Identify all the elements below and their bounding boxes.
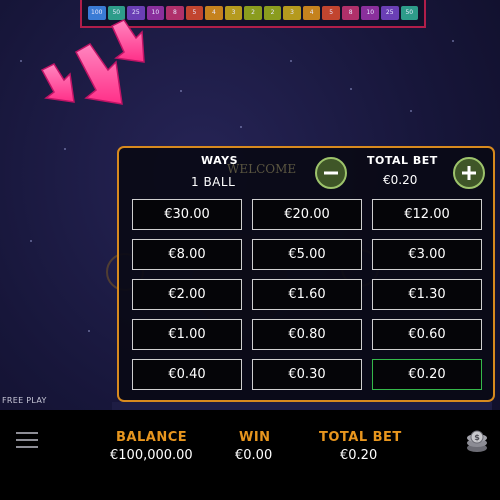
bet-option-button[interactable]: €2.00 <box>132 279 242 310</box>
bet-option-button[interactable]: €0.20 <box>372 359 482 390</box>
bet-option-button[interactable]: €0.40 <box>132 359 242 390</box>
bet-option-button[interactable]: €0.60 <box>372 319 482 350</box>
multiplier-cell: 5 <box>322 6 340 20</box>
bet-option-button[interactable]: €0.80 <box>252 319 362 350</box>
bet-option-button[interactable]: €8.00 <box>132 239 242 270</box>
bet-option-button[interactable]: €20.00 <box>252 199 362 230</box>
bet-option-button[interactable]: €30.00 <box>132 199 242 230</box>
bet-option-button[interactable]: €5.00 <box>252 239 362 270</box>
bottom-total-bet-value: €0.20 <box>340 448 378 463</box>
bet-option-button[interactable]: €3.00 <box>372 239 482 270</box>
bet-selection-panel: WELCOME WAYS 1 BALL TOTAL BET €0.20 €30.… <box>117 146 495 402</box>
minus-icon <box>324 171 338 175</box>
bet-options-grid: €30.00 €20.00 €12.00 €8.00 €5.00 €3.00 €2.00 €1… <box>132 199 482 390</box>
multiplier-cell: 8 <box>341 6 360 20</box>
pink-arrows-icon <box>40 19 145 105</box>
bottom-bar: BALANCE €100,000.00 WIN €0.00 TOTAL BET … <box>0 410 500 500</box>
free-play-label: FREE PLAY <box>2 396 47 405</box>
multiplier-cell: 2 <box>244 6 262 20</box>
bet-option-button[interactable]: €1.30 <box>372 279 482 310</box>
win-value: €0.00 <box>235 448 273 463</box>
multiplier-cell: 3 <box>224 6 243 20</box>
bet-option-button[interactable]: €1.00 <box>132 319 242 350</box>
multiplier-cell: 4 <box>205 6 223 20</box>
balance-value: €100,000.00 <box>110 448 193 463</box>
multiplier-cell: 10 <box>361 6 379 20</box>
ways-label: WAYS <box>201 154 238 167</box>
multiplier-cell: 4 <box>302 6 321 20</box>
multiplier-cell: 25 <box>380 6 399 20</box>
multiplier-cell: 8 <box>166 6 184 20</box>
balance-label: BALANCE <box>116 430 188 445</box>
multiplier-cell: 50 <box>400 6 419 20</box>
ways-value: 1 BALL <box>191 175 236 189</box>
total-bet-label: TOTAL BET <box>367 154 438 167</box>
multiplier-cell: 5 <box>185 6 204 20</box>
multiplier-cell: 2 <box>263 6 282 20</box>
increase-bet-button[interactable] <box>453 157 485 189</box>
plus-icon <box>462 166 476 180</box>
svg-text:$: $ <box>474 433 480 442</box>
multiplier-cell: 3 <box>283 6 301 20</box>
bet-option-button[interactable]: €12.00 <box>372 199 482 230</box>
total-bet-value: €0.20 <box>383 173 418 187</box>
hamburger-menu-icon[interactable] <box>16 432 38 450</box>
bottom-total-bet-label: TOTAL BET <box>319 430 402 445</box>
decrease-bet-button[interactable] <box>315 157 347 189</box>
bet-option-button[interactable]: €1.60 <box>252 279 362 310</box>
win-label: WIN <box>239 430 271 445</box>
bet-option-button[interactable]: €0.30 <box>252 359 362 390</box>
coin-stack-icon[interactable]: $ <box>464 428 490 454</box>
